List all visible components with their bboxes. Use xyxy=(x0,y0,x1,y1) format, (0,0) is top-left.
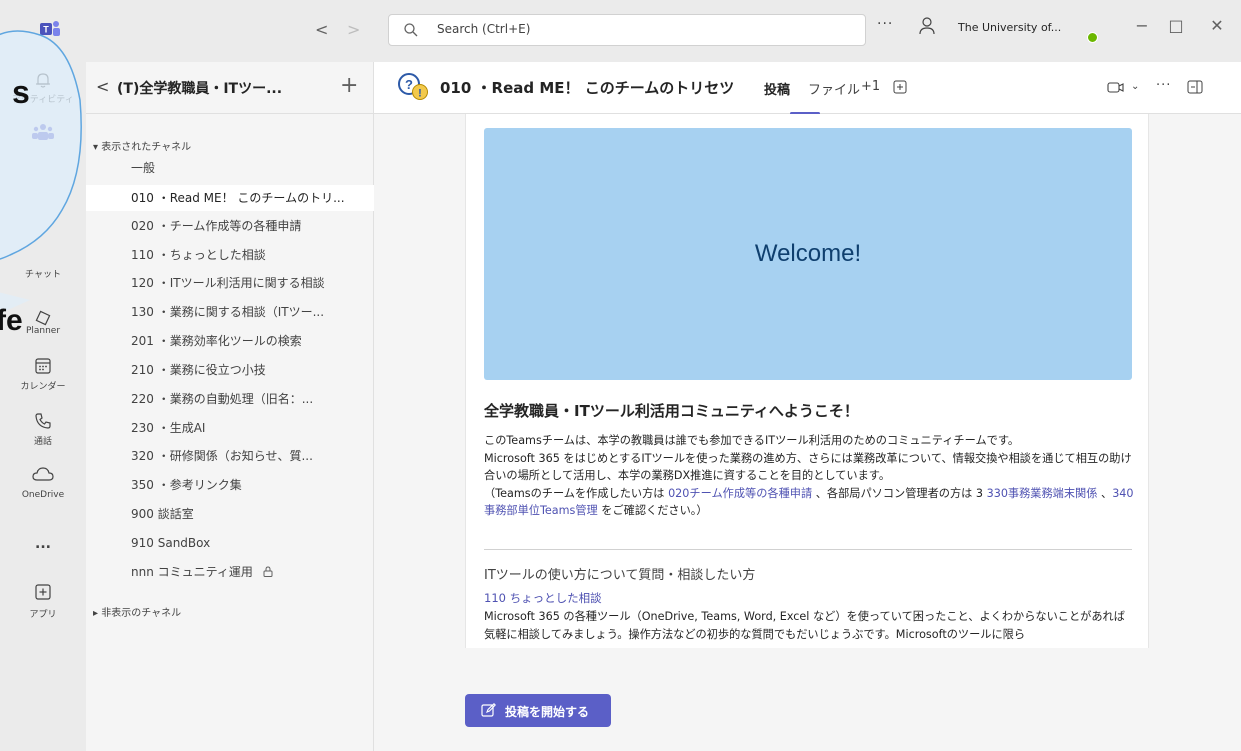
phone-icon xyxy=(35,413,51,429)
apps-icon xyxy=(35,584,51,600)
section-heading: ITツールの使い方について質問・相談したい方 xyxy=(484,568,756,583)
add-icon[interactable]: + xyxy=(340,73,358,98)
channel-item[interactable]: nnn コミュニティ運用 xyxy=(86,559,374,585)
channel-item-active[interactable]: 010 ・Read ME！ このチームのトリ... xyxy=(86,185,374,211)
channel-item[interactable]: 220 ・業務の自動処理（旧名：... xyxy=(86,386,374,412)
svg-text:T: T xyxy=(43,25,49,35)
rail-calls-label: 通話 xyxy=(33,437,52,447)
svg-text:!: ! xyxy=(418,88,422,100)
back-arrow-icon[interactable]: < xyxy=(315,20,328,39)
channel-item[interactable]: 900 談話室 xyxy=(86,501,374,527)
org-name[interactable]: The University of... xyxy=(958,21,1061,34)
guide-text-2: 、各部局パソコン管理者の方は 3 xyxy=(812,486,987,500)
maximize-icon[interactable]: □ xyxy=(1164,16,1188,35)
tab-more[interactable]: +1 xyxy=(861,79,880,94)
teams-logo-icon: T xyxy=(40,21,60,36)
close-icon[interactable]: ✕ xyxy=(1205,16,1229,35)
channel-item[interactable]: 一般 xyxy=(86,155,374,181)
guide-text-1: （Teamsのチームを作成したい方は xyxy=(484,486,669,500)
more-options-icon[interactable]: ··· xyxy=(1156,78,1171,93)
channel-item[interactable]: 320 ・研修関係（お知らせ、質... xyxy=(86,443,374,469)
rail-chat-label[interactable]: チャット xyxy=(0,267,86,280)
tab-files[interactable]: ファイル xyxy=(808,79,860,98)
channel-label: nnn コミュニティ運用 xyxy=(131,565,253,579)
start-post-label: 投稿を開始する xyxy=(505,705,590,719)
tab-posts[interactable]: 投稿 xyxy=(764,79,790,98)
purpose-text: Microsoft 365 をはじめとするITツールを使った業務の進め方、さらに… xyxy=(484,451,1132,483)
chevron-down-icon[interactable]: ⌄ xyxy=(1131,81,1139,92)
rail-calendar[interactable] xyxy=(0,356,86,380)
channel-panel: < (T)全学教職員・ITツー... + ▾ 表示されたチャネル 一般 010 … xyxy=(86,62,374,751)
lock-icon xyxy=(263,566,273,577)
calendar-icon xyxy=(35,358,51,374)
search-box[interactable]: Search (Ctrl+E) xyxy=(388,14,866,46)
cloud-icon xyxy=(32,467,54,481)
guide-text: （Teamsのチームを作成したい方は 020チーム作成等の各種申請 、各部局パソ… xyxy=(484,485,1134,520)
channel-item[interactable]: 350 ・参考リンク集 xyxy=(86,472,374,498)
team-name[interactable]: (T)全学教職員・ITツー... xyxy=(117,78,282,98)
rail-apps[interactable] xyxy=(0,582,86,606)
section-text: Microsoft 365 の各種ツール（OneDrive, Teams, Wo… xyxy=(484,610,1125,641)
rail-activity-label: アクティビティ xyxy=(12,95,74,105)
channel-header: ? ! 010 ・Read ME！ このチームのトリセツ 投稿 ファイル +1 … xyxy=(374,62,1241,115)
rail-onedrive[interactable] xyxy=(0,466,86,486)
app-rail: アクティビティ チャット Planner カレンダー 通話 OneDrive .… xyxy=(0,62,86,751)
compose-icon xyxy=(481,703,496,717)
channel-info-icon[interactable] xyxy=(1187,80,1203,94)
svg-text:?: ? xyxy=(405,77,413,92)
rail-calendar-label: カレンダー xyxy=(20,382,66,392)
channel-item[interactable]: 210 ・業務に役立つ小技 xyxy=(86,357,374,383)
link-110[interactable]: 110 ちょっとした相談 xyxy=(484,590,602,606)
people-icon[interactable] xyxy=(918,16,936,36)
rail-onedrive-label: OneDrive xyxy=(21,490,65,500)
hidden-channels-label: 非表示のチャネル xyxy=(101,608,182,619)
title-bar: T < > Search (Ctrl+E) ··· The University… xyxy=(0,0,1241,62)
channel-item[interactable]: 020 ・チーム作成等の各種申請 xyxy=(86,213,374,239)
rail-more-icon[interactable]: ... xyxy=(0,536,86,552)
team-header: < (T)全学教職員・ITツー... + xyxy=(86,62,374,114)
video-icon[interactable] xyxy=(1107,81,1125,94)
channel-item[interactable]: 910 SandBox xyxy=(86,530,374,556)
hidden-channels-header[interactable]: ▸ 非表示のチャネル xyxy=(93,604,181,619)
forward-arrow-icon[interactable]: > xyxy=(347,20,360,39)
channel-item[interactable]: 230 ・生成AI xyxy=(86,415,374,441)
planner-icon xyxy=(35,310,51,326)
channel-title: 010 ・Read ME！ このチームのトリセツ xyxy=(440,79,735,97)
intro-line: このTeamsチームは、本学の教職員は誰でも参加できるITツール利活用のためのコ… xyxy=(484,434,1020,447)
minimize-icon[interactable]: − xyxy=(1130,16,1154,35)
welcome-banner: Welcome! xyxy=(484,128,1132,380)
bell-icon xyxy=(36,73,50,88)
channel-item[interactable]: 120 ・ITツール利活用に関する相談 xyxy=(86,270,374,296)
guide-text-3: 、 xyxy=(1097,486,1113,500)
search-icon xyxy=(404,23,418,37)
welcome-title: 全学教職員・ITツール利活用コミュニティへようこそ！ xyxy=(484,402,859,420)
channel-item[interactable]: 110 ・ちょっとした相談 xyxy=(86,242,374,268)
welcome-description: このTeamsチームは、本学の教職員は誰でも参加できるITツール利活用のためのコ… xyxy=(484,432,1134,520)
guide-text-4: をご確認ください。） xyxy=(597,504,708,517)
divider xyxy=(484,549,1132,550)
channel-item[interactable]: 130 ・業務に関する相談（ITツー... xyxy=(86,299,374,325)
rail-calls[interactable] xyxy=(0,411,86,435)
rail-activity[interactable] xyxy=(0,70,86,94)
channel-item[interactable]: 201 ・業務効率化ツールの検索 xyxy=(86,328,374,354)
status-badge xyxy=(1087,32,1098,43)
welcome-post: Welcome! 全学教職員・ITツール利活用コミュニティへようこそ！ このTe… xyxy=(465,114,1149,648)
more-options-icon[interactable]: ··· xyxy=(877,16,893,32)
back-icon[interactable]: < xyxy=(96,77,109,96)
start-post-button[interactable]: 投稿を開始する xyxy=(465,694,611,727)
teams-icon xyxy=(32,124,54,140)
rail-teams[interactable] xyxy=(0,122,86,146)
shown-channels-label: 表示されたチャネル xyxy=(101,142,192,153)
search-placeholder[interactable]: Search (Ctrl+E) xyxy=(437,22,530,36)
banner-text: Welcome! xyxy=(754,240,862,267)
link-020[interactable]: 020チーム作成等の各種申請 xyxy=(668,487,812,500)
shown-channels-header[interactable]: ▾ 表示されたチャネル xyxy=(93,138,191,153)
add-tab-icon[interactable] xyxy=(893,80,907,94)
rail-apps-label: アプリ xyxy=(29,610,57,620)
rail-planner-label: Planner xyxy=(25,326,61,336)
channel-avatar-icon: ? ! xyxy=(398,73,428,100)
link-330[interactable]: 330事務業務端末関係 xyxy=(987,487,1098,500)
